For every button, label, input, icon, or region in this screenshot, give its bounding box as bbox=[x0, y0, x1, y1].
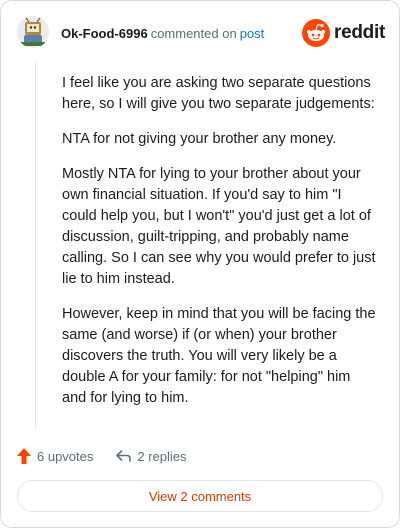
reply-arrow-icon bbox=[116, 450, 132, 462]
thread-line bbox=[35, 61, 36, 429]
comment-paragraph: However, keep in mind that you will be f… bbox=[62, 306, 376, 406]
upvote-arrow-icon bbox=[17, 448, 31, 464]
reddit-wordmark: reddit bbox=[334, 22, 385, 43]
comment-paragraph: NTA for not giving your brother any mone… bbox=[62, 131, 337, 147]
reply-count: 2 replies bbox=[137, 448, 187, 464]
comment-paragraph: Mostly NTA for lying to your brother abo… bbox=[62, 166, 376, 287]
commented-on-text: commented on bbox=[150, 26, 237, 41]
comment-meta: Ok-Food-6996 commented on post bbox=[61, 26, 264, 41]
reddit-logo[interactable]: reddit bbox=[302, 19, 385, 47]
reddit-logo-icon bbox=[302, 19, 331, 47]
avatar-icon[interactable] bbox=[17, 16, 49, 48]
post-link[interactable]: post bbox=[240, 26, 265, 41]
comment-paragraph: I feel like you are asking two separate … bbox=[62, 75, 375, 112]
username-link[interactable]: Ok-Food-6996 bbox=[61, 26, 148, 41]
comment-header: Ok-Food-6996 commented on post reddit bbox=[17, 16, 385, 52]
replies-button[interactable]: 2 replies bbox=[115, 448, 187, 464]
comment-embed-card: Ok-Food-6996 commented on post reddit I fe… bbox=[0, 0, 400, 528]
upvote-count: 6 upvotes bbox=[37, 448, 94, 464]
comment-actions: 6 upvotes 2 replies bbox=[17, 445, 187, 467]
upvote-button[interactable]: 6 upvotes bbox=[17, 448, 93, 464]
comment-body: I feel like you are asking two separate … bbox=[62, 73, 378, 423]
view-comments-button[interactable]: View 2 comments bbox=[17, 480, 383, 512]
